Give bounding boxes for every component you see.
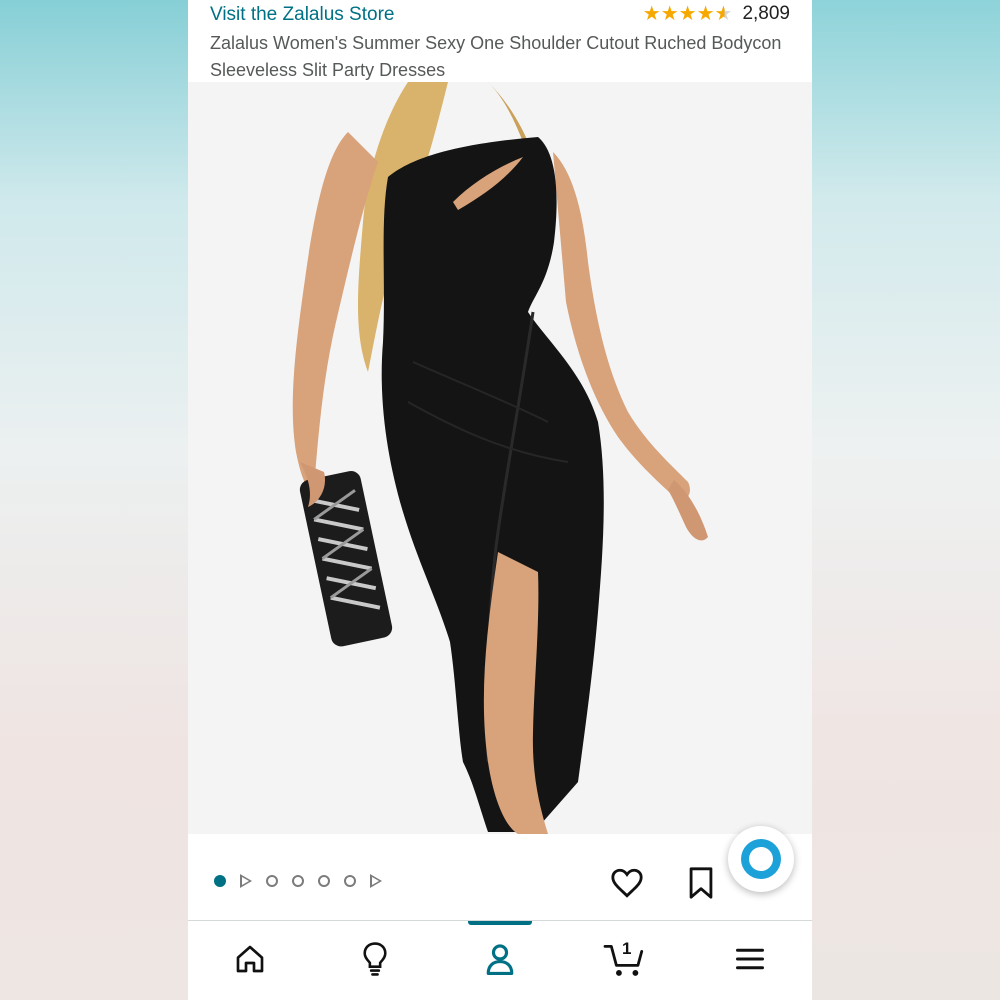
alexa-icon [741,839,781,879]
alexa-button[interactable] [728,826,794,892]
image-controls [188,826,812,920]
active-tab-indicator [468,921,532,925]
lightbulb-icon [363,942,387,976]
gallery-dot[interactable] [266,875,278,887]
product-image[interactable] [188,82,812,834]
rating-count: 2,809 [742,3,790,24]
product-header: Visit the Zalalus Store ★ ★ ★ ★ ★ 2,809 … [188,0,812,82]
product-photo [188,82,812,834]
image-pagination [214,874,382,888]
background-left [0,0,188,1000]
star-rating: ★ ★ ★ ★ ★ [643,4,733,24]
half-star-icon: ★ [714,3,733,25]
nav-cart[interactable]: 1 [602,939,646,979]
video-play-icon[interactable] [240,874,252,888]
cart-count: 1 [622,939,632,958]
wishlist-button[interactable] [610,866,644,900]
star-icon: ★ [678,3,697,25]
background-right [812,0,1000,1000]
nav-account[interactable] [478,939,522,979]
gallery-dot-active[interactable] [214,875,226,887]
star-icon: ★ [660,3,679,25]
product-title: Zalalus Women's Summer Sexy One Shoulder… [210,33,782,80]
save-button[interactable] [686,866,716,900]
rating-summary[interactable]: ★ ★ ★ ★ ★ 2,809 [643,3,790,25]
gallery-dot[interactable] [292,875,304,887]
menu-icon [736,948,764,970]
star-icon: ★ [696,3,715,25]
bookmark-icon [689,867,713,899]
heart-icon [611,868,643,898]
store-link[interactable]: Visit the Zalalus Store [210,4,394,26]
user-icon [486,944,514,975]
gallery-dot[interactable] [318,875,330,887]
star-icon: ★ [642,3,661,25]
nav-inspire[interactable] [353,939,397,979]
gallery-dot[interactable] [344,875,356,887]
video-play-icon[interactable] [370,874,382,888]
home-icon [236,945,264,973]
nav-home[interactable] [228,939,272,979]
app-screen: Visit the Zalalus Store ★ ★ ★ ★ ★ 2,809 … [188,0,812,1000]
bottom-navigation: 1 [188,920,812,1000]
nav-menu[interactable] [728,939,772,979]
